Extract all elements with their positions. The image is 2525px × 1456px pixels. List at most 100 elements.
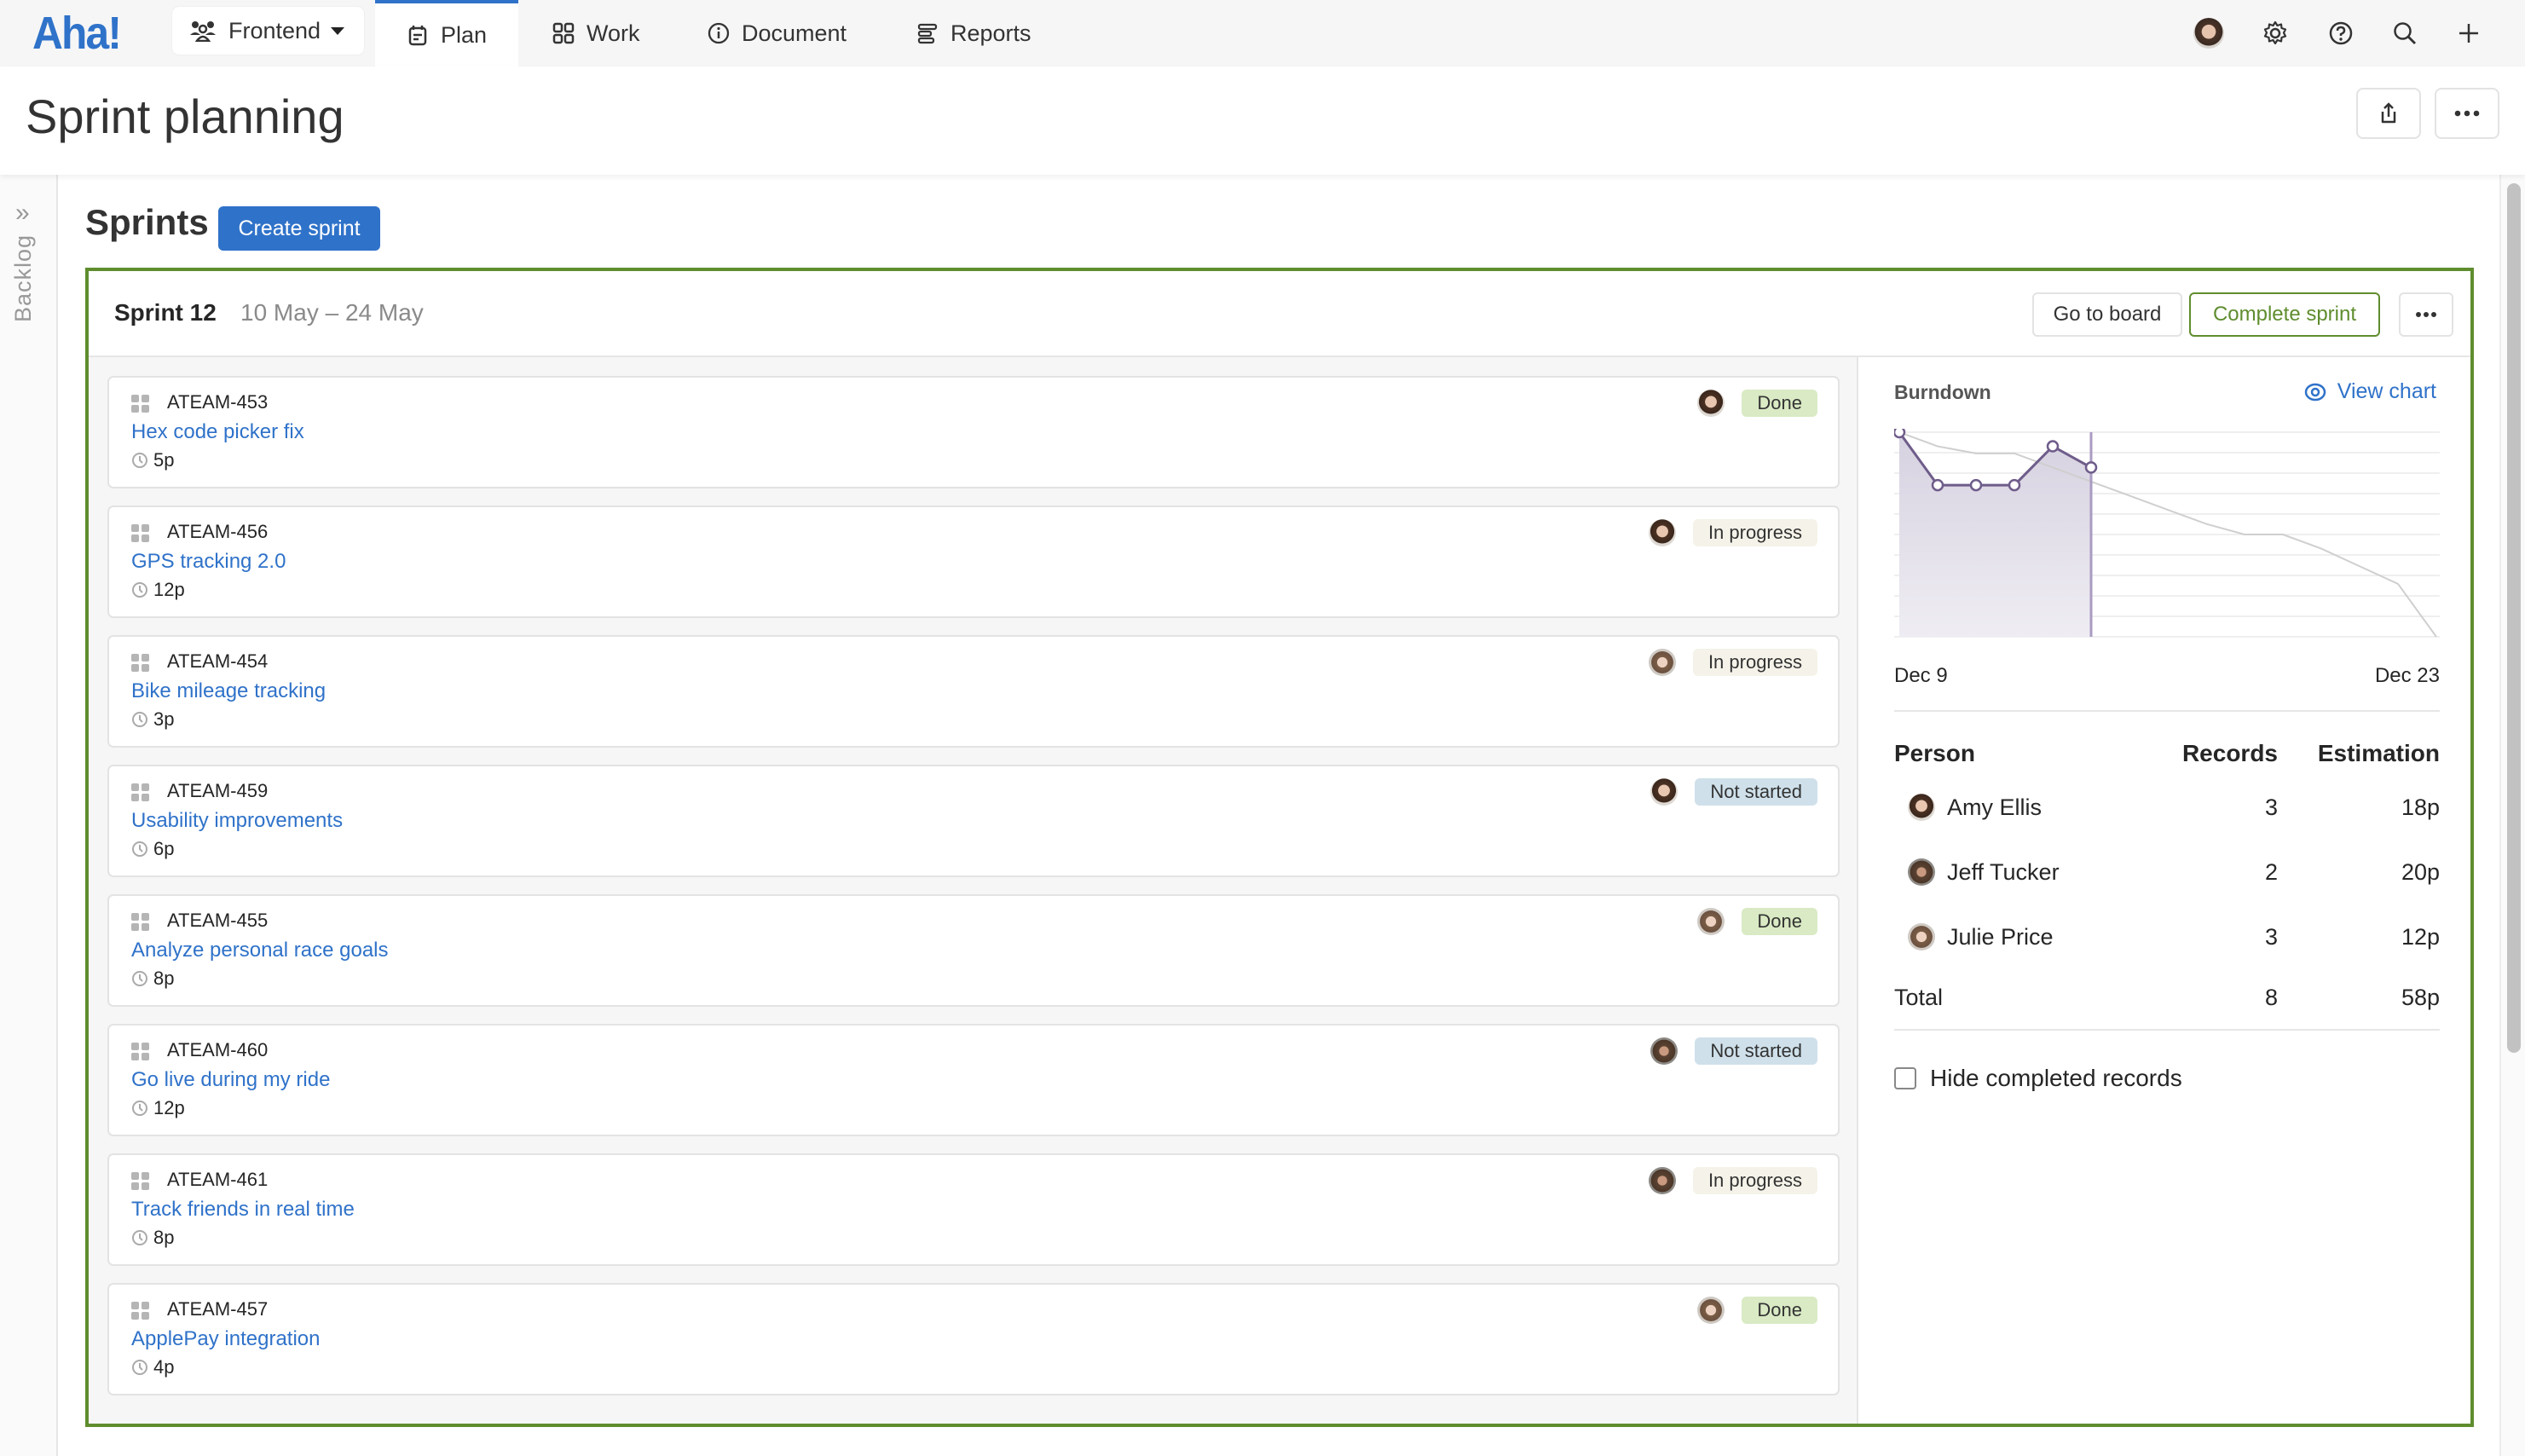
tab-plan[interactable]: Plan xyxy=(375,0,518,66)
record-title-link[interactable]: Go live during my ride xyxy=(131,1068,330,1092)
checkbox[interactable] xyxy=(1894,1067,1916,1089)
record-title-link[interactable]: Analyze personal race goals xyxy=(131,939,389,962)
record-card[interactable]: ATEAM-459 Usability improvements 6p Not … xyxy=(107,765,1840,877)
team-icon xyxy=(190,21,216,42)
hide-completed-checkbox[interactable]: Hide completed records xyxy=(1894,1065,2182,1092)
record-type-icon xyxy=(131,783,149,801)
record-title-link[interactable]: Track friends in real time xyxy=(131,1198,355,1222)
record-card[interactable]: ATEAM-457 ApplePay integration 4p Done xyxy=(107,1283,1840,1395)
record-title-link[interactable]: GPS tracking 2.0 xyxy=(131,550,286,574)
estimate-value: 8p xyxy=(153,1227,175,1248)
add-button[interactable] xyxy=(2453,17,2485,49)
record-id: ATEAM-453 xyxy=(167,391,269,413)
assignee-avatar[interactable] xyxy=(1650,1037,1679,1065)
person-avatar xyxy=(1908,923,1935,950)
assignee-avatar[interactable] xyxy=(1650,778,1679,806)
expand-chevron-icon: » xyxy=(15,199,30,227)
col-estimation: Estimation xyxy=(2317,740,2440,766)
records-cell: 2 xyxy=(2264,858,2278,885)
settings-button[interactable] xyxy=(2259,17,2291,49)
record-title-link[interactable]: Usability improvements xyxy=(131,809,343,833)
record-title-link[interactable]: Bike mileage tracking xyxy=(131,679,326,703)
record-id: ATEAM-455 xyxy=(167,910,269,931)
calendar-icon xyxy=(408,26,427,46)
assignee-avatar[interactable] xyxy=(1648,649,1676,676)
status-badge[interactable]: Done xyxy=(1742,908,1817,935)
tab-label: Document xyxy=(742,20,847,46)
aha-logo[interactable]: Aha! xyxy=(32,7,122,60)
title-bar: Sprint planning xyxy=(0,66,2525,175)
record-estimate: 4p xyxy=(131,1356,174,1378)
record-list: ATEAM-453 Hex code picker fix 5p Done AT… xyxy=(89,357,1858,1424)
status-badge[interactable]: In progress xyxy=(1692,519,1817,546)
assignee-avatar[interactable] xyxy=(1648,1167,1676,1194)
record-card[interactable]: ATEAM-461 Track friends in real time 8p … xyxy=(107,1153,1840,1266)
record-id: ATEAM-460 xyxy=(167,1039,269,1060)
records-cell: 3 xyxy=(2264,794,2278,820)
estimation-cell: 20p xyxy=(2401,858,2440,885)
record-card[interactable]: ATEAM-460 Go live during my ride 12p Not… xyxy=(107,1024,1840,1136)
record-estimate: 12p xyxy=(131,579,185,601)
record-id: ATEAM-456 xyxy=(167,521,269,542)
record-card[interactable]: ATEAM-456 GPS tracking 2.0 12p In progre… xyxy=(107,506,1840,618)
estimation-cell: 18p xyxy=(2401,794,2440,820)
tab-work[interactable]: Work xyxy=(552,0,640,66)
assignee-avatar[interactable] xyxy=(1648,519,1676,546)
status-badge[interactable]: Not started xyxy=(1695,1037,1817,1065)
vertical-scrollbar[interactable] xyxy=(2499,175,2525,1456)
estimate-value: 6p xyxy=(153,838,175,859)
clock-icon xyxy=(132,1230,147,1245)
workspace-selector[interactable]: Frontend xyxy=(172,7,364,55)
help-button[interactable] xyxy=(2325,17,2357,49)
status-badge[interactable]: In progress xyxy=(1692,649,1817,676)
create-sprint-button[interactable]: Create sprint xyxy=(218,206,380,251)
record-type-icon xyxy=(131,654,149,672)
col-person: Person xyxy=(1894,740,1975,766)
record-title-link[interactable]: ApplePay integration xyxy=(131,1327,320,1351)
backlog-rail[interactable]: » Backlog xyxy=(0,175,58,1456)
record-meta: In progress xyxy=(1648,519,1817,546)
record-title-link[interactable]: Hex code picker fix xyxy=(131,420,304,444)
view-chart-label: View chart xyxy=(2337,379,2436,403)
tab-document[interactable]: Document xyxy=(708,0,846,66)
tab-label: Reports xyxy=(950,20,1031,46)
record-type-icon xyxy=(131,395,149,413)
info-icon xyxy=(708,22,730,44)
tab-reports[interactable]: Reports xyxy=(916,0,1031,66)
status-badge[interactable]: Done xyxy=(1742,1297,1817,1324)
estimate-value: 12p xyxy=(153,1097,185,1118)
assignee-avatar[interactable] xyxy=(1697,908,1725,935)
record-meta: Done xyxy=(1697,908,1817,935)
clock-icon xyxy=(132,841,147,857)
status-badge[interactable]: In progress xyxy=(1692,1167,1817,1194)
go-to-board-button[interactable]: Go to board xyxy=(2032,292,2182,337)
workspace-name: Frontend xyxy=(228,17,321,43)
assignee-avatar[interactable] xyxy=(1697,390,1725,417)
assignee-avatar[interactable] xyxy=(1697,1297,1725,1324)
search-button[interactable] xyxy=(2389,17,2421,49)
record-id: ATEAM-457 xyxy=(167,1298,269,1320)
caret-down-icon xyxy=(331,26,345,35)
status-badge[interactable]: Not started xyxy=(1695,778,1817,806)
tab-label: Work xyxy=(586,20,640,46)
scrollbar-thumb[interactable] xyxy=(2507,183,2521,1053)
complete-sprint-button[interactable]: Complete sprint xyxy=(2189,292,2380,337)
top-nav: Aha! Frontend Plan Work Document Reports xyxy=(0,0,2525,66)
record-card[interactable]: ATEAM-455 Analyze personal race goals 8p… xyxy=(107,894,1840,1007)
search-icon xyxy=(2394,22,2416,44)
plus-icon xyxy=(2459,24,2478,43)
share-button[interactable] xyxy=(2356,88,2421,139)
record-card[interactable]: ATEAM-453 Hex code picker fix 5p Done xyxy=(107,376,1840,488)
record-card[interactable]: ATEAM-454 Bike mileage tracking 3p In pr… xyxy=(107,635,1840,748)
burndown-title: Burndown xyxy=(1894,381,1991,403)
remaining-point xyxy=(2046,440,2060,453)
more-options-button[interactable] xyxy=(2435,88,2499,139)
status-badge[interactable]: Done xyxy=(1742,390,1817,417)
user-avatar-button[interactable] xyxy=(2193,17,2225,49)
gear-icon xyxy=(2263,20,2287,45)
tab-label: Plan xyxy=(440,21,488,48)
person-name: Amy Ellis xyxy=(1947,794,2043,820)
person-cell: Julie Price xyxy=(1894,923,2158,950)
view-chart-link[interactable]: View chart xyxy=(2303,379,2436,404)
sprint-more-button[interactable] xyxy=(2399,292,2453,337)
